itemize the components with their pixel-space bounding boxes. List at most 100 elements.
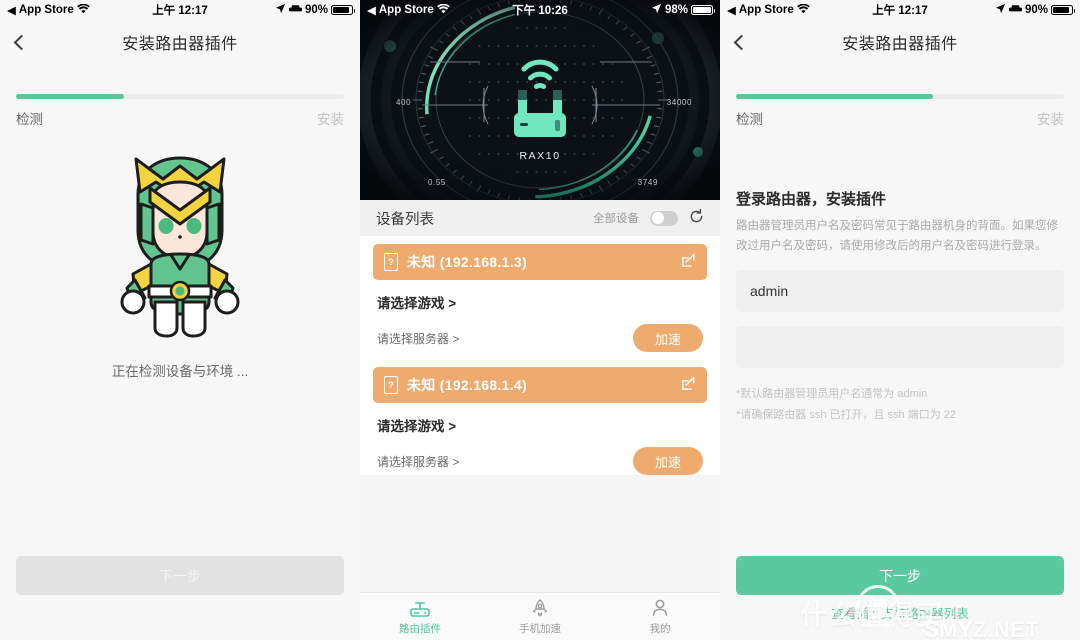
device-list-controls: 全部设备: [593, 208, 704, 227]
step-detect-label: 检测: [736, 112, 763, 127]
status-bar-panel2: ◀ App Store 下午 10:26 98%: [360, 0, 720, 20]
chevron-left-icon: [13, 34, 30, 50]
device-name-label: 未知 (192.168.1.3): [407, 254, 527, 270]
next-button-panel3[interactable]: 下一步: [736, 556, 1064, 595]
chevron-left-icon: [733, 34, 750, 50]
panel-detecting: ◀ App Store 上午 12:17 90% 安装路由器插件 检测 安装 正…: [0, 0, 360, 640]
radar-right-value: 34000: [666, 98, 692, 107]
back-to-app-icon: ◀: [367, 5, 376, 17]
tab-router-plugin[interactable]: 路由插件: [360, 593, 480, 640]
status-right: 98%: [651, 3, 715, 17]
status-carrier-label: App Store: [378, 4, 434, 16]
username-field[interactable]: admin: [736, 270, 1064, 313]
battery-icon: [331, 5, 355, 15]
wifi-icon: [77, 3, 90, 16]
form-description: 路由器管理员用户名及密码常见于路由器机身的背面。如果您修改过用户名及密码，请使用…: [736, 220, 1058, 253]
form-hints: *默认路由器管理员用户名通常为 admin *请确保路由器 ssh 已打开，且 …: [736, 384, 1064, 425]
select-game-label[interactable]: 请选择游戏 >: [373, 280, 707, 312]
tab-label: 路由插件: [399, 622, 441, 635]
next-button-panel1[interactable]: 下一步: [16, 556, 344, 595]
status-right: 90%: [995, 3, 1075, 17]
battery-percent-label: 90%: [1024, 4, 1048, 16]
wifi-icon: [797, 3, 810, 16]
detect-caption: 正在检测设备与环境 ...: [111, 364, 249, 379]
mascot-eye-left: [158, 218, 174, 234]
device-card-header[interactable]: ? 未知 (192.168.1.3): [373, 244, 707, 280]
battery-icon: [691, 5, 715, 15]
status-bar-panel3: ◀ App Store 上午 12:17 90%: [720, 0, 1080, 20]
unknown-device-icon: ?: [384, 253, 398, 271]
carplay-icon: [288, 4, 302, 16]
navbar-panel3: 安装路由器插件: [720, 20, 1080, 64]
login-form: 登录路由器，安装插件 路由器管理员用户名及密码常见于路由器机身的背面。如果您修改…: [720, 128, 1080, 425]
all-devices-toggle[interactable]: [650, 210, 678, 226]
radar-display: 400 34000 0.55 3749 RAX10: [360, 0, 720, 200]
status-carrier-label: App Store: [18, 4, 74, 16]
status-carrier-label: App Store: [738, 4, 794, 16]
back-button-panel1[interactable]: [13, 20, 46, 64]
edit-icon[interactable]: [681, 376, 696, 394]
progress-steps: 检测 安装: [16, 99, 344, 128]
tab-mine[interactable]: 我的: [600, 593, 720, 640]
select-server-label[interactable]: 请选择服务器 >: [377, 330, 459, 347]
all-devices-label: 全部设备: [593, 213, 639, 225]
username-value: admin: [750, 283, 789, 300]
device-list: ? 未知 (192.168.1.3) 请选择游戏 > 请选择服务器 > 加速 ?…: [360, 236, 720, 475]
progress-panel1: 检测 安装: [0, 64, 360, 128]
select-game-label[interactable]: 请选择游戏 >: [373, 403, 707, 435]
boost-button[interactable]: 加速: [633, 447, 703, 475]
status-left: ◀ App Store: [727, 3, 810, 17]
status-left: ◀ App Store: [7, 3, 90, 17]
rocket-icon: [530, 598, 550, 618]
boost-button[interactable]: 加速: [633, 324, 703, 352]
hint-ssh: *请确保路由器 ssh 已打开，且 ssh 端口为 22: [736, 408, 957, 421]
back-to-app-icon: ◀: [7, 5, 16, 17]
hint-default-username: *默认路由器管理员用户名通常为 admin: [736, 388, 928, 401]
refresh-icon[interactable]: [689, 208, 704, 227]
wifi-icon: [437, 3, 450, 16]
progress-steps: 检测 安装: [736, 99, 1064, 128]
progress-panel3: 检测 安装: [720, 64, 1080, 128]
page-title-panel3: 安装路由器插件: [842, 36, 958, 53]
radar-left-value: 400: [396, 98, 412, 107]
form-title: 登录路由器，安装插件: [736, 191, 887, 208]
step-detect-label: 检测: [16, 112, 43, 127]
device-list-title: 设备列表: [376, 211, 434, 228]
support-list-link[interactable]: 查看插件支持路由器列表: [720, 603, 1080, 622]
mascot-area: 正在检测设备与环境 ...: [0, 152, 360, 380]
device-name-label: 未知 (192.168.1.4): [407, 377, 527, 393]
edit-icon[interactable]: [681, 253, 696, 271]
step-install-label: 安装: [1037, 112, 1064, 127]
status-right: 90%: [275, 3, 355, 17]
battery-percent-label: 90%: [304, 4, 328, 16]
device-card-header[interactable]: ? 未知 (192.168.1.4): [373, 367, 707, 403]
person-icon: [650, 598, 670, 618]
hero-mascot-icon: [120, 156, 240, 338]
carplay-icon: [1008, 4, 1022, 16]
battery-icon: [1051, 5, 1075, 15]
navbar-panel1: 安装路由器插件: [0, 20, 360, 64]
tab-bar: 路由插件 手机加速 我的: [360, 592, 720, 640]
device-card: ? 未知 (192.168.1.4) 请选择游戏 > 请选择服务器 > 加速: [373, 367, 707, 475]
device-list-header: 设备列表 全部设备: [360, 200, 720, 236]
screenshot-stage: ◀ App Store 上午 12:17 90% 安装路由器插件 检测 安装 正…: [0, 0, 1080, 640]
status-left: ◀ App Store: [367, 3, 450, 17]
location-arrow-icon: [651, 3, 662, 17]
back-button-panel3[interactable]: [733, 20, 766, 64]
router-tab-icon: [409, 598, 431, 618]
location-arrow-icon: [275, 3, 286, 17]
tab-phone-boost[interactable]: 手机加速: [480, 593, 600, 640]
status-bar-panel1: ◀ App Store 上午 12:17 90%: [0, 0, 360, 20]
page-title-panel1: 安装路由器插件: [122, 36, 238, 53]
password-field[interactable]: [736, 326, 1064, 369]
device-card-footer: 请选择服务器 > 加速: [373, 435, 707, 475]
panel-device-list: 400 34000 0.55 3749 RAX10 设备列表 全部设备 ? 未知…: [360, 0, 720, 640]
select-server-label[interactable]: 请选择服务器 >: [377, 453, 459, 470]
radar-bottomleft-value: 0.55: [428, 178, 446, 187]
battery-percent-label: 98%: [664, 4, 688, 16]
device-card-footer: 请选择服务器 > 加速: [373, 312, 707, 352]
back-to-app-icon: ◀: [727, 5, 736, 17]
location-arrow-icon: [995, 3, 1006, 17]
step-install-label: 安装: [317, 112, 344, 127]
tab-label: 我的: [649, 622, 671, 635]
